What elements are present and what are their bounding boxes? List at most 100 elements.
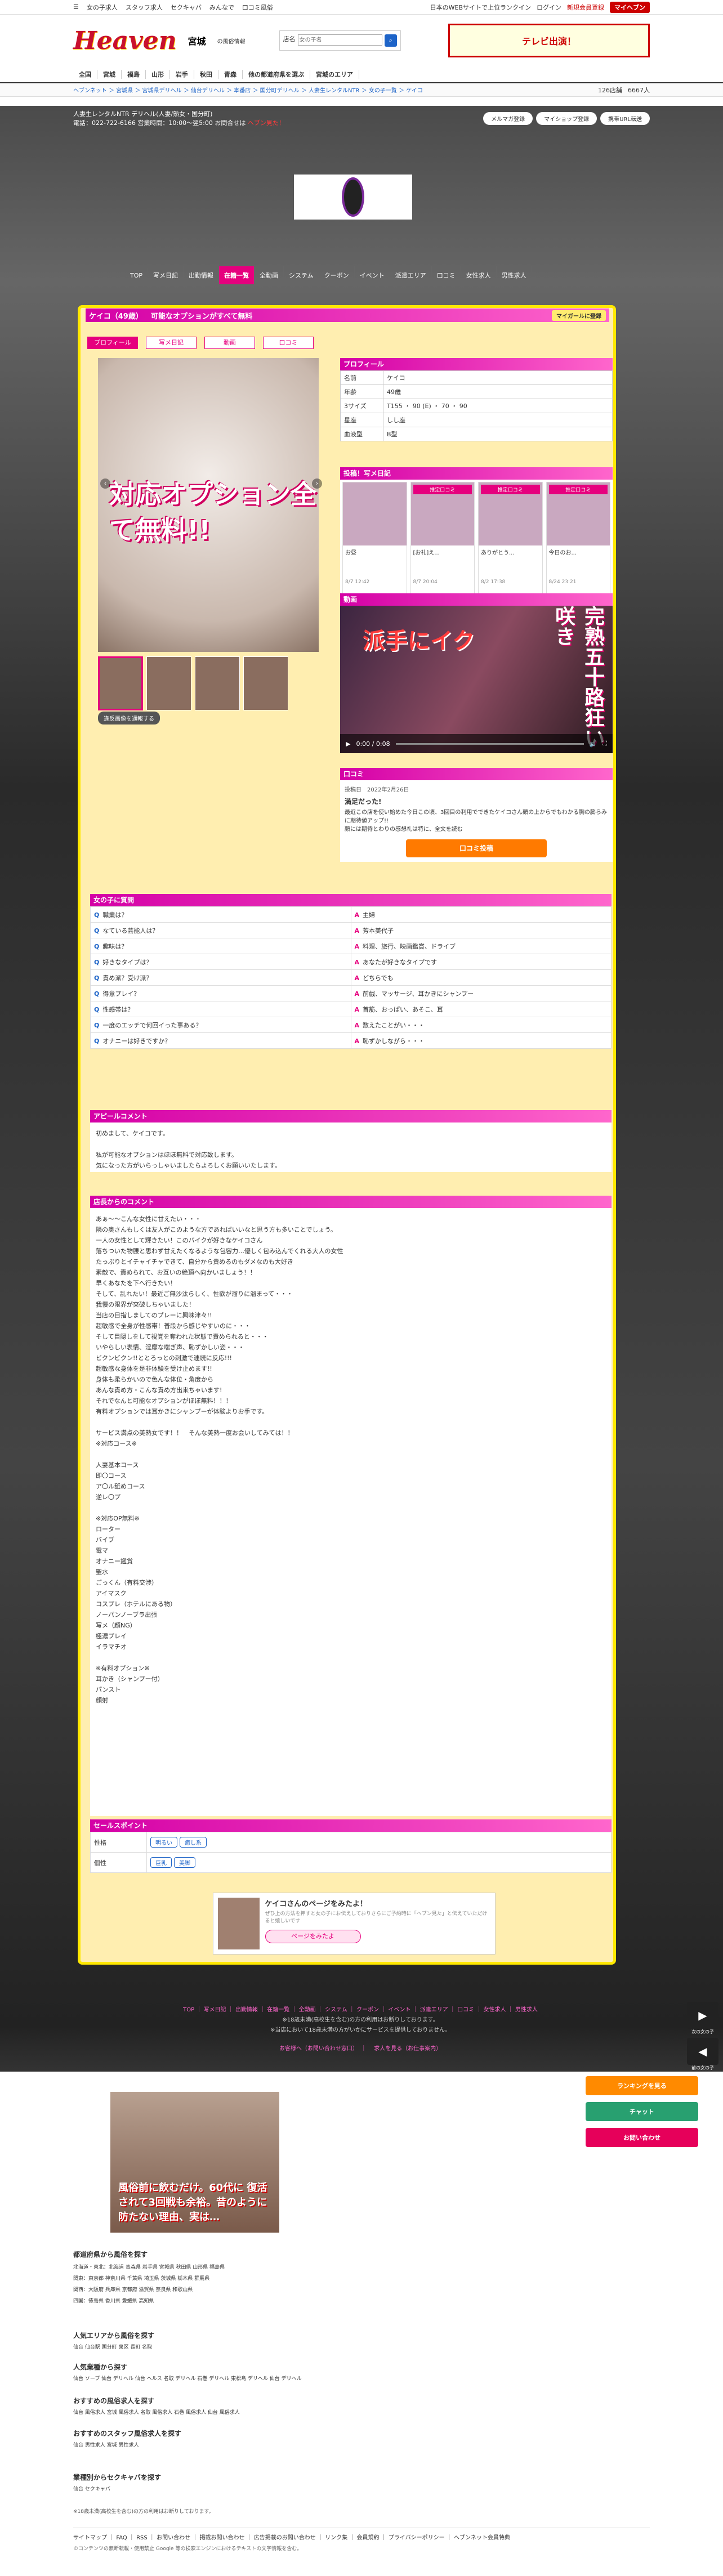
menu-icon[interactable]: ☰: [73, 3, 79, 11]
footer-job-link[interactable]: お客様へ（お問い合わせ窓口）: [279, 2046, 355, 2052]
mobile-url-button[interactable]: 携帯URL転送: [600, 111, 650, 125]
footer-bottom-links[interactable]: サイトマップ ｜ FAQ ｜ RSS ｜ お問い合わせ ｜ 掲載お問い合わせ ｜…: [73, 2533, 650, 2541]
qa-question: 性感帯は？: [102, 1005, 134, 1013]
prev-girl-nav[interactable]: ▶ 次の女の子: [686, 2002, 720, 2035]
footer-row[interactable]: 仙台 男性求人 宮城 男性求人: [73, 2440, 139, 2451]
shop-tab-system[interactable]: システム: [284, 266, 319, 284]
footer-link[interactable]: TOP: [183, 2007, 194, 2013]
shop-tab-videos[interactable]: 全動画: [255, 266, 284, 284]
footer-job-link[interactable]: 求人を見る（お仕事案内）: [374, 2046, 441, 2052]
nav-item[interactable]: 福島: [122, 70, 146, 79]
volume-icon[interactable]: 🔈: [590, 740, 597, 748]
next-photo-icon[interactable]: ›: [312, 478, 322, 489]
tab-video[interactable]: 動画: [204, 337, 255, 349]
register-link[interactable]: 新規会員登録: [567, 3, 604, 12]
contact-button[interactable]: お問い合わせ: [586, 2128, 698, 2147]
nav-item[interactable]: 宮城のエリア: [310, 70, 359, 79]
qa-answer: 芳本美代子: [363, 927, 394, 934]
qa-question: オナニーは好きですか？: [102, 1037, 171, 1045]
shop-tab-diary[interactable]: 写メ日記: [148, 266, 184, 284]
shop-tab-top[interactable]: TOP: [125, 267, 149, 284]
qa-answer: どちらでも: [363, 974, 394, 982]
mailmag-button[interactable]: メルマガ登録: [483, 111, 533, 125]
footer-link[interactable]: 在籍一覧: [267, 2007, 289, 2013]
top-link-sekukyaba[interactable]: セクキャバ: [171, 3, 202, 12]
shop-tab-event[interactable]: イベント: [355, 266, 390, 284]
diary-card[interactable]: 推定口コミ [お礼]え... 8/7 20:04: [410, 482, 475, 601]
shop-logo[interactable]: [294, 175, 412, 220]
shop-tab-schedule[interactable]: 出勤情報: [184, 266, 220, 284]
breadcrumb-text[interactable]: ヘブンネット ＞ 宮城県 ＞ 宮城県デリヘル ＞ 仙台デリヘル ＞ 本番店 ＞ …: [73, 86, 423, 94]
search-input[interactable]: [297, 34, 382, 46]
shop-name[interactable]: 人妻生レンタルNTR デリヘル(人妻/熟女・国分町): [73, 109, 285, 118]
shop-tab-area[interactable]: 派遣エリア: [390, 266, 432, 284]
video-player[interactable]: 派手にイク 完熟五十路狂い咲き ▶ 0:00 / 0:08 🔈 ⛶: [340, 606, 613, 753]
photo-thumb[interactable]: [195, 656, 240, 710]
nav-item[interactable]: 全国: [73, 70, 97, 79]
photo-thumb[interactable]: [98, 656, 143, 710]
top-link-review[interactable]: 口コミ風俗: [242, 3, 273, 12]
girl-main-photo[interactable]: 対応オプション全て無料!!: [98, 358, 319, 652]
report-button[interactable]: 違反画像を通報する: [98, 712, 160, 724]
fullscreen-icon[interactable]: ⛶: [602, 740, 607, 748]
photo-thumb[interactable]: [243, 656, 288, 710]
footer-link[interactable]: システム: [325, 2007, 347, 2013]
footer-link[interactable]: 全動画: [299, 2007, 316, 2013]
diary-card[interactable]: 推定口コミ ありがとう... 8/2 17:38: [478, 482, 543, 601]
footer-row[interactable]: 仙台 セクキャバ: [73, 2484, 110, 2495]
footer-link[interactable]: 出勤情報: [235, 2007, 258, 2013]
nav-item[interactable]: 他の都道府県を選ぶ: [243, 70, 310, 79]
post-review-button[interactable]: 口コミ投稿: [406, 839, 547, 857]
footer-link[interactable]: 派遣エリア: [420, 2007, 448, 2013]
diary-card[interactable]: お昼 8/7 12:42: [342, 482, 407, 601]
shop-tab-review[interactable]: 口コミ: [432, 266, 461, 284]
footer-ad-image[interactable]: 風俗前に飲むだけ。60代に 復活されて3回戦も余裕。昔のように防たない理由、実は…: [110, 2092, 279, 2233]
video-progress[interactable]: [395, 743, 584, 745]
footer-row[interactable]: 仙台 ソープ 仙台 デリヘル 仙台 ヘルス 名取 デリヘル 石巻 デリヘル 東松…: [73, 2373, 302, 2385]
top-link-girls-job[interactable]: 女の子求人: [87, 3, 118, 12]
shop-tab-male-job[interactable]: 男性求人: [497, 266, 532, 284]
shop-tab-female-job[interactable]: 女性求人: [461, 266, 497, 284]
footer-link[interactable]: 女性求人: [483, 2007, 506, 2013]
diary-card[interactable]: 推定口コミ 今日のお... 8/24 23:21: [546, 482, 610, 601]
prev-girl-nav-2[interactable]: ◀ 前の女の子: [686, 2038, 720, 2071]
tab-diary[interactable]: 写メ日記: [146, 337, 197, 349]
stats-girls: 6667人: [628, 86, 650, 94]
top-link-staff-job[interactable]: スタッフ求人: [126, 3, 163, 12]
search-icon[interactable]: ⌕: [384, 34, 397, 47]
footer-link[interactable]: 口コミ: [457, 2007, 474, 2013]
footer-row[interactable]: 関西：大阪府 兵庫県 京都府 滋賀県 奈良県 和歌山県: [73, 2284, 225, 2296]
tab-review[interactable]: 口コミ: [263, 337, 314, 349]
nav-item[interactable]: 岩手: [170, 70, 194, 79]
footer-row[interactable]: 関東：東京都 神奈川県 千葉県 埼玉県 茨城県 栃木県 群馬県: [73, 2273, 225, 2284]
myheaven-button[interactable]: マイヘブン: [610, 1, 650, 13]
footer-link[interactable]: 写メ日記: [204, 2007, 226, 2013]
mitayo-button[interactable]: ページをみたよ: [265, 1930, 361, 1943]
play-icon[interactable]: ▶: [346, 740, 350, 748]
photo-thumb[interactable]: [146, 656, 191, 710]
prev-photo-icon[interactable]: ‹: [100, 478, 110, 489]
myshop-button[interactable]: マイショップ登録: [536, 111, 597, 125]
ranking-button[interactable]: ランキングを見る: [586, 2076, 698, 2095]
chat-button[interactable]: チャット: [586, 2102, 698, 2121]
nav-item[interactable]: 山形: [146, 70, 170, 79]
site-logo[interactable]: Heaven: [73, 26, 177, 55]
shop-tab-coupon[interactable]: クーポン: [319, 266, 355, 284]
login-link[interactable]: ログイン: [537, 3, 561, 12]
tab-profile[interactable]: プロフィール: [87, 337, 138, 349]
breadcrumb: ヘブンネット ＞ 宮城県 ＞ 宮城県デリヘル ＞ 仙台デリヘル ＞ 本番店 ＞ …: [0, 83, 723, 97]
footer-row[interactable]: 四国：徳島県 香川県 愛媛県 高知県: [73, 2296, 225, 2307]
favorite-button[interactable]: マイガールに登録: [552, 310, 606, 321]
nav-item[interactable]: 秋田: [194, 70, 218, 79]
footer-link[interactable]: 男性求人: [515, 2007, 538, 2013]
nav-item[interactable]: 青森: [218, 70, 243, 79]
footer-link[interactable]: クーポン: [356, 2007, 379, 2013]
footer-row[interactable]: 北海道・東北：北海道 青森県 岩手県 宮城県 秋田県 山形県 福島県: [73, 2262, 225, 2273]
footer-row[interactable]: 仙台 風俗求人 宮城 風俗求人 名取 風俗求人 石巻 風俗求人 仙台 風俗求人: [73, 2407, 240, 2418]
shop-tab-girls[interactable]: 在籍一覧: [219, 266, 255, 284]
footer-link[interactable]: イベント: [388, 2007, 410, 2013]
footer-row[interactable]: 仙台 仙台駅 国分町 泉区 長町 名取: [73, 2342, 152, 2353]
top-link-minna[interactable]: みんなで: [209, 3, 234, 12]
header-ad-banner[interactable]: テレビ出演！: [448, 24, 650, 57]
nav-item[interactable]: 宮城: [97, 70, 122, 79]
